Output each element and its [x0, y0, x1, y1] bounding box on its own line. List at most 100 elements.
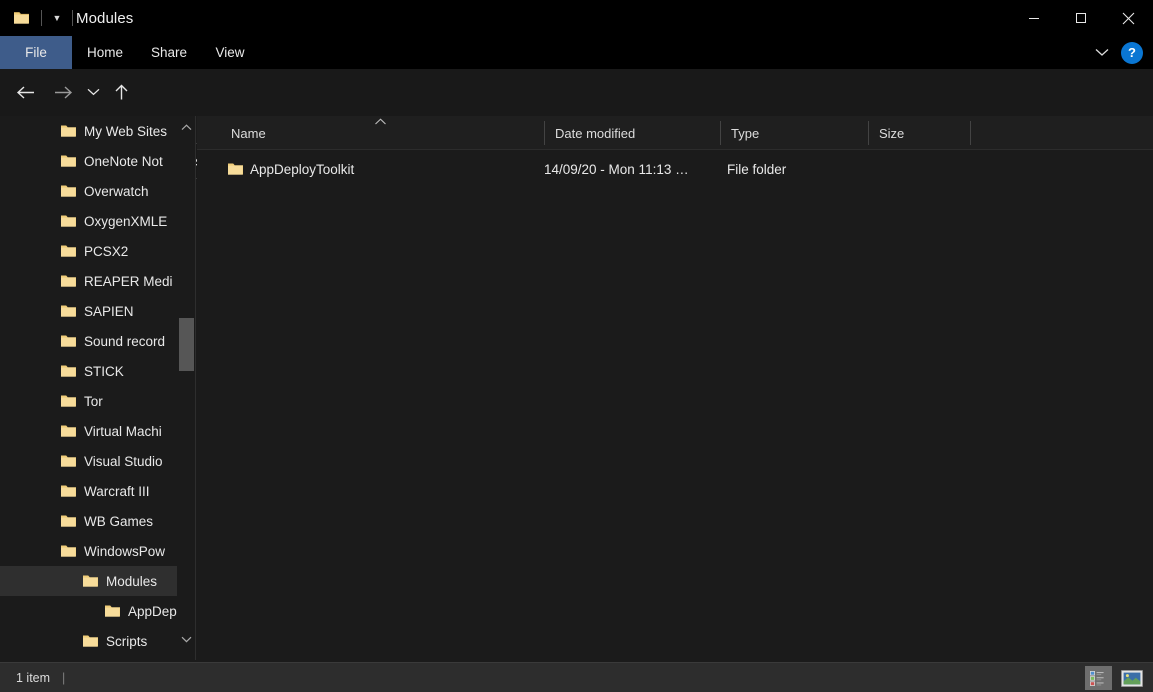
- ribbon-right-controls: ?: [1089, 36, 1151, 69]
- column-header-type[interactable]: Type: [721, 116, 868, 150]
- nav-item-tor[interactable]: Tor: [0, 386, 178, 416]
- nav-item-onenote-not[interactable]: OneNote Not: [0, 146, 178, 176]
- nav-item-label: Virtual Machi: [84, 424, 162, 439]
- folder-icon: [60, 394, 77, 408]
- folder-icon[interactable]: [8, 11, 34, 25]
- nav-item-scripts[interactable]: Scripts: [0, 626, 178, 656]
- folder-icon: [60, 124, 77, 138]
- nav-item-label: PCSX2: [84, 244, 128, 259]
- recent-locations-button[interactable]: [81, 78, 105, 106]
- nav-item-label: REAPER Medi: [84, 274, 173, 289]
- folder-icon: [60, 274, 77, 288]
- folder-icon: [227, 162, 244, 176]
- folder-icon: [60, 514, 77, 528]
- minimize-button[interactable]: [1010, 0, 1057, 36]
- item-count-label: 1 item: [16, 671, 50, 685]
- nav-item-label: Modules: [106, 574, 157, 589]
- maximize-button[interactable]: [1057, 0, 1104, 36]
- up-button[interactable]: [107, 78, 135, 106]
- file-type: File folder: [727, 162, 786, 177]
- column-header-date-modified[interactable]: Date modified: [545, 116, 720, 150]
- nav-item-my-web-sites[interactable]: My Web Sites: [0, 116, 178, 146]
- window-title: Modules: [76, 0, 133, 36]
- file-name: AppDeployToolkit: [250, 162, 354, 177]
- navigation-scrollbar[interactable]: [177, 116, 195, 660]
- quick-access-toolbar: ▼: [8, 0, 80, 36]
- window-controls: [1010, 0, 1153, 36]
- nav-item-label: Scripts: [106, 634, 147, 649]
- nav-item-label: SAPIEN: [84, 304, 134, 319]
- nav-item-sapien[interactable]: SAPIEN: [0, 296, 178, 326]
- column-divider-4[interactable]: [970, 121, 971, 145]
- nav-item-label: Overwatch: [84, 184, 149, 199]
- nav-item-sound-record[interactable]: Sound record: [0, 326, 178, 356]
- nav-item-label: My Web Sites: [84, 124, 167, 139]
- folder-icon: [60, 244, 77, 258]
- status-text: 1 item |: [16, 663, 65, 692]
- nav-item-virtual-machi[interactable]: Virtual Machi: [0, 416, 178, 446]
- column-header-name[interactable]: Name: [221, 116, 544, 150]
- nav-item-wb-games[interactable]: WB Games: [0, 506, 178, 536]
- qat-divider-1: [41, 10, 42, 26]
- nav-item-label: Sound record: [84, 334, 165, 349]
- nav-item-visual-studio[interactable]: Visual Studio: [0, 446, 178, 476]
- nav-item-overwatch[interactable]: Overwatch: [0, 176, 178, 206]
- file-explorer-window: ▼ Modules File Home Share View: [0, 0, 1153, 692]
- qat-divider-2: [72, 10, 73, 26]
- folder-icon: [60, 154, 77, 168]
- folder-icon: [82, 634, 99, 648]
- close-button[interactable]: [1104, 0, 1153, 36]
- folder-icon: [60, 484, 77, 498]
- nav-item-label: OxygenXMLE: [84, 214, 167, 229]
- folder-icon: [60, 184, 77, 198]
- folder-icon: [60, 304, 77, 318]
- folder-icon: [60, 334, 77, 348]
- tab-share[interactable]: Share: [138, 36, 200, 69]
- ribbon-bar: File Home Share View ?: [0, 36, 1153, 69]
- column-headers: Name Date modified Type Size: [197, 116, 1153, 150]
- chevron-down-icon[interactable]: [1089, 40, 1115, 66]
- nav-item-reaper-medi[interactable]: REAPER Medi: [0, 266, 178, 296]
- nav-item-label: Warcraft III: [84, 484, 150, 499]
- nav-item-label: Tor: [84, 394, 103, 409]
- folder-icon: [60, 424, 77, 438]
- folder-icon: [60, 454, 77, 468]
- folder-icon: [60, 364, 77, 378]
- back-button[interactable]: [11, 78, 39, 106]
- file-list-pane: Name Date modified Type Size AppDeployTo…: [197, 116, 1153, 660]
- table-row[interactable]: AppDeployToolkit 14/09/20 - Mon 11:13 … …: [197, 156, 1153, 182]
- title-bar: ▼ Modules: [0, 0, 1153, 36]
- navigation-pane: My Web Sites OneNote Not Overwatch OxygenXM…: [0, 116, 196, 660]
- status-bar: 1 item |: [0, 662, 1153, 692]
- nav-item-pcsx2[interactable]: PCSX2: [0, 236, 178, 266]
- nav-item-label: STICK: [84, 364, 124, 379]
- large-icons-view-button[interactable]: [1118, 666, 1145, 690]
- nav-item-modules[interactable]: Modules: [0, 566, 178, 596]
- nav-item-label: Visual Studio: [84, 454, 163, 469]
- file-date-modified: 14/09/20 - Mon 11:13 …: [544, 162, 689, 177]
- nav-item-label: OneNote Not: [84, 154, 163, 169]
- forward-button[interactable]: [49, 78, 77, 106]
- tab-home[interactable]: Home: [72, 36, 138, 69]
- tab-view[interactable]: View: [200, 36, 260, 69]
- details-view-button[interactable]: [1085, 666, 1112, 690]
- column-header-size[interactable]: Size: [869, 116, 970, 150]
- nav-item-appdeplo[interactable]: AppDeplo: [0, 596, 178, 626]
- nav-item-stick[interactable]: STICK: [0, 356, 178, 386]
- chevron-down-icon[interactable]: [177, 630, 195, 648]
- help-button[interactable]: ?: [1121, 42, 1143, 64]
- folder-icon: [104, 604, 121, 618]
- folder-icon: [82, 574, 99, 588]
- nav-item-oxygenxmle[interactable]: OxygenXMLE: [0, 206, 178, 236]
- tab-file[interactable]: File: [0, 36, 72, 69]
- nav-item-warcraft-iii[interactable]: Warcraft III: [0, 476, 178, 506]
- nav-item-label: AppDeplo: [128, 604, 178, 619]
- chevron-up-icon[interactable]: [177, 118, 195, 136]
- nav-item-windowspow[interactable]: WindowsPow: [0, 536, 178, 566]
- folder-icon: [60, 544, 77, 558]
- nav-item-label: WindowsPow: [84, 544, 165, 559]
- ribbon-tabs: File Home Share View: [0, 36, 260, 69]
- scrollbar-thumb[interactable]: [179, 318, 194, 371]
- address-bar: › This PC › Documents › WindowsPowerShel…: [0, 69, 1153, 116]
- chevron-down-icon[interactable]: ▼: [49, 0, 65, 36]
